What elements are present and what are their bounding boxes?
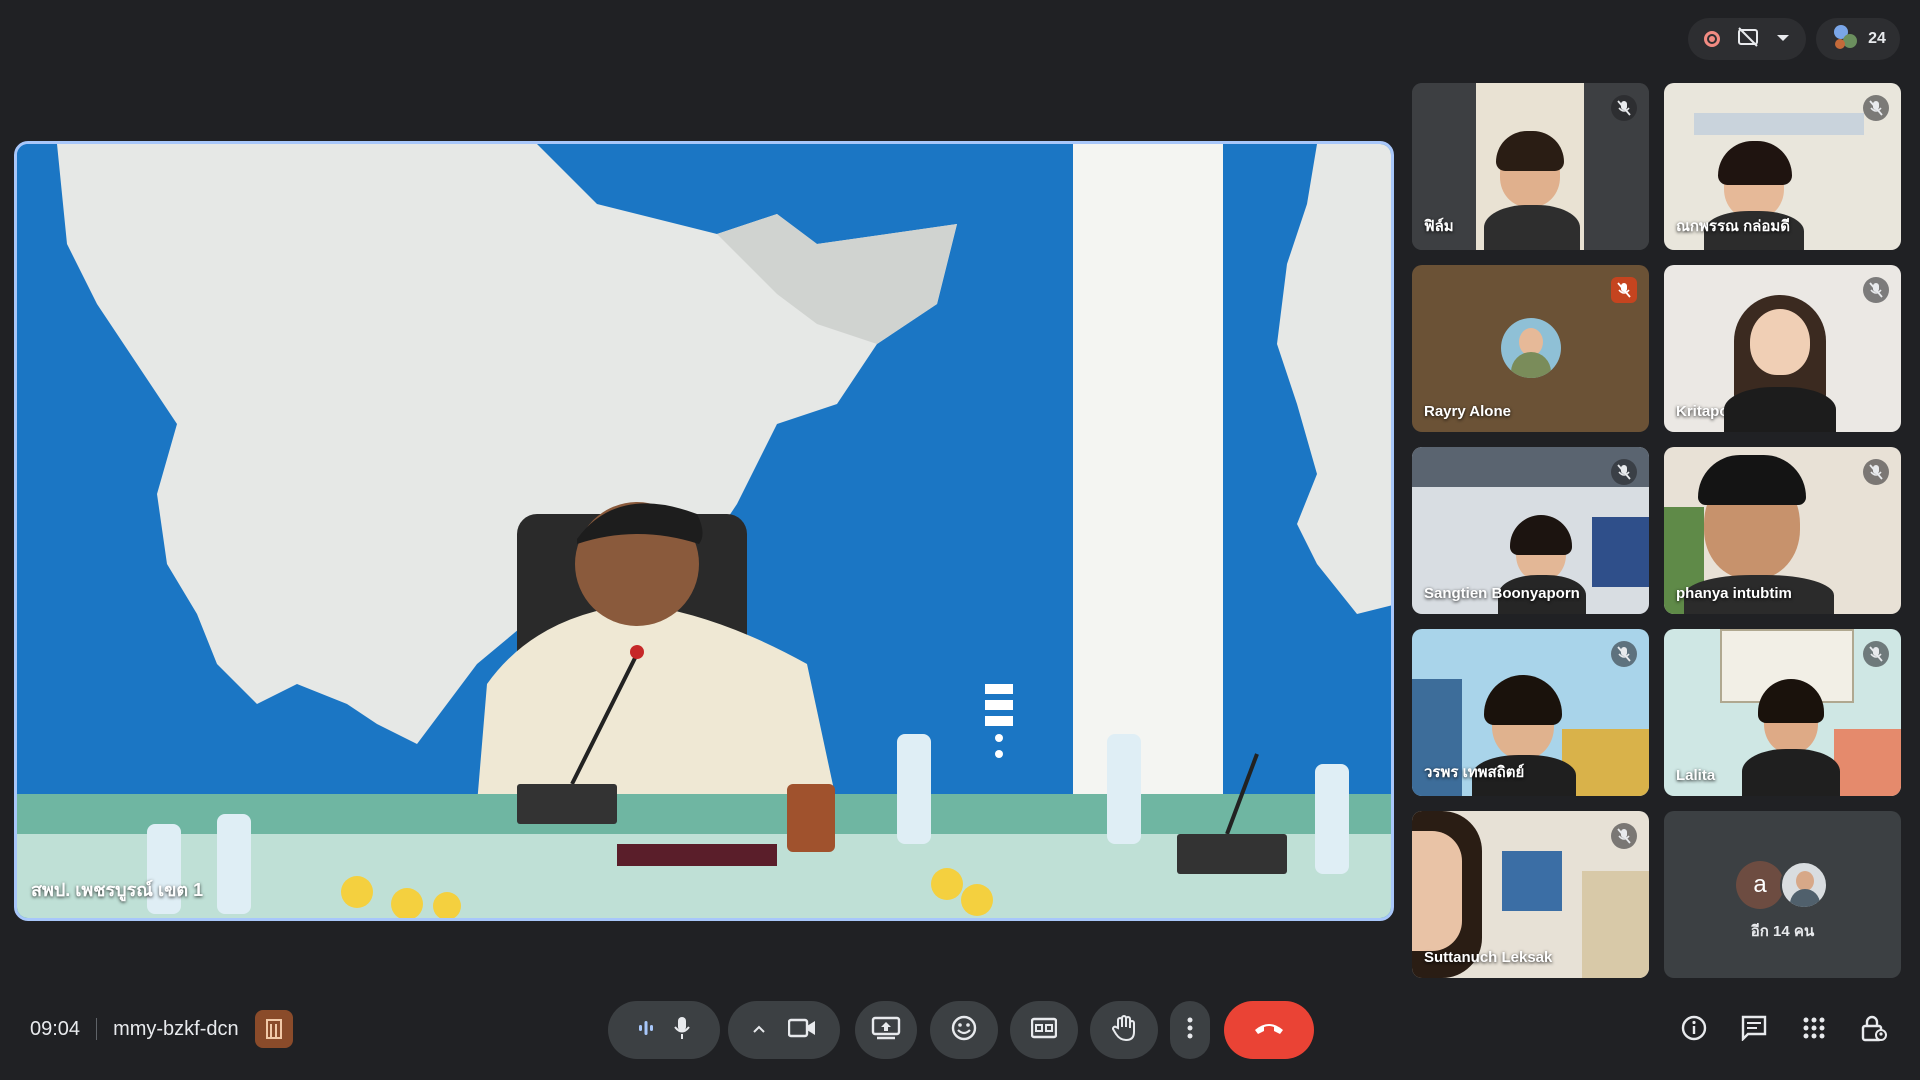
recording-controls[interactable]: [1688, 18, 1806, 60]
participant-name: Suttanuch Leksak: [1424, 949, 1553, 966]
more-participants-tile[interactable]: a อีก 14 คน: [1664, 811, 1901, 978]
participant-tile-6[interactable]: phanya intubtim: [1664, 447, 1901, 614]
participant-avatar: [1501, 318, 1561, 378]
chat-button[interactable]: [1734, 1010, 1774, 1050]
more-options-button[interactable]: [1170, 1001, 1210, 1059]
host-controls-icon[interactable]: [254, 1010, 293, 1048]
emoji-icon: [951, 1015, 977, 1046]
participant-name: Rayry Alone: [1424, 403, 1511, 420]
lock-person-icon: [1861, 1014, 1887, 1047]
hang-up-icon: [1252, 1020, 1286, 1041]
chevron-up-icon[interactable]: [752, 1021, 766, 1039]
meeting-details-button[interactable]: [1674, 1010, 1714, 1050]
participant-tile-5[interactable]: Sangtien Boonyaporn: [1412, 447, 1649, 614]
info-icon: [1681, 1015, 1707, 1046]
main-video-scene: [17, 144, 1391, 918]
meeting-time: 09:04: [30, 1017, 81, 1040]
present-screen-button[interactable]: [855, 1001, 917, 1059]
participant-tile-1[interactable]: ฟิล์ม: [1412, 83, 1649, 250]
mic-muted-warning-icon: [1611, 277, 1637, 303]
captions-button[interactable]: [1010, 1001, 1078, 1059]
recording-icon[interactable]: [1704, 31, 1721, 47]
avatar-letter: a: [1753, 871, 1767, 898]
main-speaker-name: สพป. เพชรบูรณ์ เขต 1: [31, 880, 204, 900]
muted-mic-icon: [1611, 95, 1637, 121]
host-controls-button[interactable]: [1854, 1010, 1894, 1050]
more-participants-label: อีก 14 คน: [1750, 923, 1815, 940]
more-vert-icon: [1187, 1017, 1193, 1044]
present-screen-icon: [871, 1016, 901, 1045]
participant-tile-2[interactable]: ณกพรรณ กล่อมดี: [1664, 83, 1901, 250]
captions-icon: [1030, 1017, 1058, 1044]
activities-button[interactable]: [1794, 1010, 1834, 1050]
participant-count: 24: [1868, 30, 1886, 47]
apps-grid-icon: [1803, 1017, 1825, 1044]
main-speaker-video[interactable]: สพป. เพชรบูรณ์ เขต 1: [14, 141, 1394, 921]
chat-icon: [1741, 1015, 1767, 1046]
participant-name: Sangtien Boonyaporn: [1424, 585, 1580, 602]
camera-icon[interactable]: [787, 1018, 816, 1043]
participants-button[interactable]: 24: [1816, 18, 1900, 60]
microphone-icon[interactable]: [673, 1016, 691, 1045]
mic-control-group[interactable]: [608, 1001, 720, 1059]
camera-control-group[interactable]: [728, 1001, 840, 1059]
muted-mic-icon: [1863, 641, 1889, 667]
raise-hand-button[interactable]: [1090, 1001, 1158, 1059]
participant-tile-4[interactable]: Kritaporn Lungka: [1664, 265, 1901, 432]
hand-icon: [1112, 1014, 1136, 1047]
participant-avatar-letter: a: [1736, 861, 1784, 909]
muted-mic-icon: [1863, 95, 1889, 121]
muted-mic-icon: [1611, 459, 1637, 485]
participant-tile-8[interactable]: Lalita: [1664, 629, 1901, 796]
participant-name: ฟิล์ม: [1424, 218, 1454, 235]
participant-avatar-photo: [1780, 861, 1828, 909]
participant-name: phanya intubtim: [1676, 585, 1792, 602]
participant-name: วรพร เทพสถิตย์: [1424, 764, 1525, 781]
captions-off-icon[interactable]: [1737, 26, 1759, 52]
participant-name: Lalita: [1676, 767, 1716, 784]
muted-mic-icon: [1611, 641, 1637, 667]
muted-mic-icon: [1611, 823, 1637, 849]
reactions-button[interactable]: [930, 1001, 998, 1059]
chevron-down-icon[interactable]: [1776, 30, 1790, 48]
participant-tile-3[interactable]: Rayry Alone: [1412, 265, 1649, 432]
participant-name: ณกพรรณ กล่อมดี: [1676, 218, 1790, 235]
muted-mic-icon: [1863, 459, 1889, 485]
participant-tile-9[interactable]: Suttanuch Leksak: [1412, 811, 1649, 978]
separator: [96, 1018, 98, 1040]
leave-call-button[interactable]: [1224, 1001, 1314, 1059]
participant-tile-7[interactable]: วรพร เทพสถิตย์: [1412, 629, 1649, 796]
participants-avatars-icon: [1830, 22, 1860, 57]
meeting-code: mmy-bzkf-dcn: [113, 1017, 239, 1040]
muted-mic-icon: [1863, 277, 1889, 303]
audio-level-icon[interactable]: [637, 1019, 655, 1042]
